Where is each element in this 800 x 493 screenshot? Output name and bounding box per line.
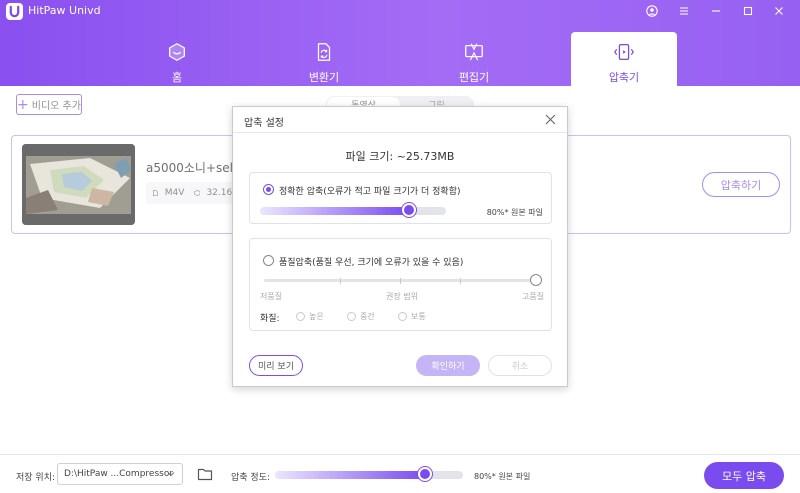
tab-compressor-label: 압축기	[608, 71, 640, 84]
tab-editor-label: 편집기	[458, 71, 490, 84]
account-icon[interactable]	[641, 2, 663, 20]
quality-slider-tick	[400, 278, 401, 284]
dialog-divider	[233, 132, 567, 133]
converter-icon	[317, 43, 331, 61]
editor-icon	[465, 43, 483, 61]
tab-editor[interactable]: 편집기	[421, 32, 527, 86]
save-path-select[interactable]: D:\HitPaw ...Compressor	[57, 463, 183, 485]
estimated-file-size: 파일 크기: ~25.73MB	[233, 148, 567, 164]
minimize-icon[interactable]	[705, 2, 727, 20]
app-title: HitPaw Univd	[28, 4, 101, 17]
quality-compression-label: 품질압축(품질 우선, 크기에 오류가 있을 수 있음)	[279, 258, 464, 268]
compressor-icon	[614, 44, 634, 60]
compression-level-fill	[275, 471, 426, 479]
home-icon	[169, 43, 185, 61]
quality-scale-high: 고품질	[522, 292, 545, 301]
quality-scale-low: 저품질	[260, 292, 283, 301]
quality-scale-recommended: 권장 범위	[386, 292, 418, 301]
dialog-title: 압축 설정	[244, 118, 284, 129]
save-location-label: 저장 위치:	[16, 473, 56, 483]
folder-icon[interactable]	[197, 467, 213, 481]
compression-level-label: 압축 정도:	[231, 473, 271, 483]
precise-level-slider[interactable]	[260, 203, 446, 217]
file-size-value: ~25.73MB	[396, 150, 455, 163]
quality-normal-label: 보통	[411, 312, 426, 321]
maximize-icon[interactable]	[737, 2, 759, 20]
menu-icon[interactable]	[673, 2, 695, 20]
preview-button[interactable]: 미리 보기	[249, 355, 303, 376]
quality-slider-handle[interactable]	[530, 274, 542, 286]
file-size-label: 파일 크기:	[345, 150, 394, 163]
tab-home-label: 홈	[171, 71, 183, 84]
quality-slider-tick	[340, 278, 342, 284]
compress-all-button[interactable]: 모두 압축	[704, 462, 784, 489]
chevron-down-icon	[167, 472, 175, 477]
compression-level-handle[interactable]	[418, 467, 433, 481]
tab-converter[interactable]: 변환기	[271, 32, 377, 86]
quality-compression-radio[interactable]	[263, 255, 274, 266]
tab-compressor[interactable]: 압축기	[571, 32, 677, 86]
bottom-bar: 저장 위치: D:\HitPaw ...Compressor 압축 정도: 80…	[0, 454, 800, 493]
precise-level-handle[interactable]	[401, 203, 416, 217]
quality-slider-tick	[459, 278, 461, 284]
quality-label: 화질:	[260, 314, 280, 324]
quality-medium-radio[interactable]	[347, 312, 356, 321]
quality-high-label: 높은	[309, 312, 324, 321]
dialog-close-icon[interactable]	[544, 113, 557, 126]
precise-level-percent: 80%* 원본 파일	[486, 208, 543, 217]
quality-medium-label: 중간	[360, 312, 375, 321]
precise-level-fill	[260, 207, 409, 215]
precise-compression-option: 정확한 압축(오류가 적고 파일 크기가 더 정확함) 80%* 원본 파일	[249, 172, 552, 224]
close-icon[interactable]	[768, 2, 790, 20]
quality-normal-radio[interactable]	[398, 312, 407, 321]
quality-slider[interactable]	[264, 274, 542, 286]
app-logo-icon	[6, 3, 23, 20]
app-header: HitPaw Univd 홈 변환기 편집기 압축기	[0, 0, 800, 86]
quality-compression-option: 품질압축(품질 우선, 크기에 오류가 있을 수 있음) 저품질 권장 범위 고…	[249, 238, 552, 331]
quality-high-radio[interactable]	[296, 312, 305, 321]
tab-home[interactable]: 홈	[124, 32, 230, 86]
compression-level-percent: 80%* 원본 파일	[474, 472, 531, 481]
precise-compression-radio[interactable]	[263, 184, 274, 195]
compression-level-slider[interactable]	[275, 467, 463, 481]
save-path-value: D:\HitPaw ...Compressor	[64, 469, 174, 479]
tab-converter-label: 변환기	[308, 71, 340, 84]
confirm-button[interactable]: 확인하기	[416, 355, 480, 376]
precise-compression-label: 정확한 압축(오류가 적고 파일 크기가 더 정확함)	[279, 187, 461, 197]
cancel-button[interactable]: 취소	[488, 355, 552, 376]
compression-settings-dialog: 압축 설정 파일 크기: ~25.73MB 정확한 압축(오류가 적고 파일 크…	[232, 106, 568, 387]
